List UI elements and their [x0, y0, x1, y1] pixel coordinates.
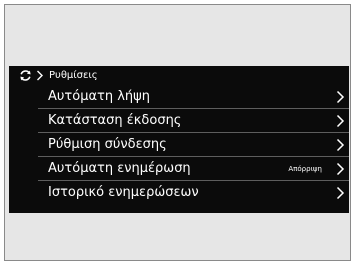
chevron-right-icon — [336, 186, 345, 200]
menu-item-label: Αυτόματη λήψη — [48, 89, 150, 104]
menu-item-label: Αυτόματη ενημέρωση — [48, 161, 191, 176]
breadcrumb-label: Ρυθμίσεις — [49, 70, 98, 81]
menu-item-auto-update[interactable]: Αυτόματη ενημέρωση Απόρριψη — [38, 157, 349, 181]
menu-item-label: Κατάσταση έκδοσης — [48, 113, 182, 128]
chevron-right-icon — [336, 138, 345, 152]
refresh-icon[interactable] — [19, 69, 32, 82]
menu-item-version-status[interactable]: Κατάσταση έκδοσης — [38, 109, 349, 133]
menu-item-connection-settings[interactable]: Ρύθμιση σύνδεσης — [38, 133, 349, 157]
settings-panel: Ρυθμίσεις Αυτόματη λήψη Κατάσταση έκδοση… — [9, 66, 349, 213]
menu-item-label: Ρύθμιση σύνδεσης — [48, 137, 167, 152]
chevron-right-icon — [336, 114, 345, 128]
breadcrumb: Ρυθμίσεις — [9, 66, 349, 85]
menu-item-label: Ιστορικό ενημερώσεων — [48, 185, 199, 200]
chevron-right-icon — [336, 90, 345, 104]
menu-item-update-history[interactable]: Ιστορικό ενημερώσεων — [38, 181, 349, 205]
chevron-right-icon — [37, 70, 43, 81]
menu-item-value: Απόρριψη — [288, 165, 322, 173]
menu-item-auto-download[interactable]: Αυτόματη λήψη — [38, 85, 349, 109]
chevron-right-icon — [336, 162, 345, 176]
